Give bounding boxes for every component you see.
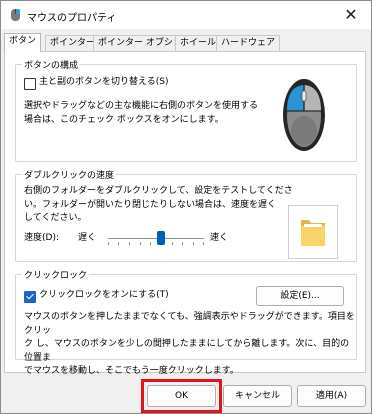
double-click-group: ダブルクリックの速度 右側のフォルダーをダブルクリックして、設定をテストしてくだ… [15, 168, 357, 262]
double-click-title: ダブルクリックの速度 [22, 168, 117, 181]
click-lock-title: クリックロック [22, 268, 90, 281]
swap-buttons-checkbox[interactable] [24, 78, 36, 90]
folder-icon[interactable] [289, 206, 337, 258]
apply-button[interactable]: 適用(A) [297, 385, 366, 407]
button-config-title: ボタンの構成 [22, 58, 81, 71]
fast-label: 速く [210, 233, 229, 243]
title-bar: マウスのプロパティ ✕ [1, 1, 371, 29]
close-button[interactable]: ✕ [331, 1, 371, 29]
cancel-button[interactable]: キャンセル [223, 385, 292, 407]
click-lock-checkbox[interactable] [24, 291, 36, 303]
mouse-image [283, 79, 325, 151]
slider-track [108, 238, 204, 239]
slider-tick [203, 242, 204, 245]
tab-wheel[interactable]: ホイール [175, 35, 222, 51]
slider-tick [118, 242, 119, 245]
double-click-description: 右側のフォルダーをダブルクリックして、設定をテストしてくださ い。フォルダーが開… [24, 186, 293, 223]
slider-tick [129, 242, 130, 245]
tab-hardware[interactable]: ハードウェア [216, 35, 281, 51]
slider-tick [150, 242, 151, 245]
slider-tick [108, 242, 109, 245]
mouse-properties-window: マウスのプロパティ ✕ ボタン ポインター ポインター オプション ホイール ハ… [0, 0, 372, 414]
window-title: マウスのプロパティ [27, 13, 117, 24]
ok-button-highlight [141, 379, 222, 413]
click-lock-description: マウスのボタンを押したままでなくても、強調表示やドラッグができます。項目をクリッ… [24, 312, 355, 376]
button-config-description: 選択やドラッグなどの主な機能に右側のボタンを使用する 場合は、このチェック ボッ… [24, 101, 259, 125]
slider-tick [193, 242, 194, 245]
swap-buttons-label[interactable]: 主と副のボタンを切り替える(S) [39, 76, 168, 89]
slider-tick [172, 242, 173, 245]
button-config-group: ボタンの構成 主と副のボタンを切り替える(S) 選択やドラッグなどの主な機能に右… [15, 58, 357, 162]
tab-pointers[interactable]: ポインター [45, 35, 101, 51]
speed-slider[interactable] [108, 230, 204, 248]
slow-label: 遅く [78, 233, 97, 243]
mouse-app-icon [11, 9, 20, 21]
tab-page-buttons: ボタンの構成 主と副のボタンを切り替える(S) 選択やドラッグなどの主な機能に右… [4, 51, 366, 376]
slider-thumb[interactable] [157, 231, 165, 245]
click-lock-settings-button[interactable]: 設定(E)... [256, 286, 344, 306]
speed-label: 速度(D): [24, 233, 59, 243]
slider-tick [140, 242, 141, 245]
test-folder-area[interactable] [288, 205, 338, 259]
close-icon: ✕ [344, 5, 358, 24]
click-lock-group: クリックロック クリックロックをオンにする(T) 設定(E)... マウスのボタ… [15, 268, 357, 376]
slider-tick [182, 242, 183, 245]
click-lock-label[interactable]: クリックロックをオンにする(T) [39, 289, 169, 302]
tab-buttons[interactable]: ボタン [4, 33, 42, 52]
